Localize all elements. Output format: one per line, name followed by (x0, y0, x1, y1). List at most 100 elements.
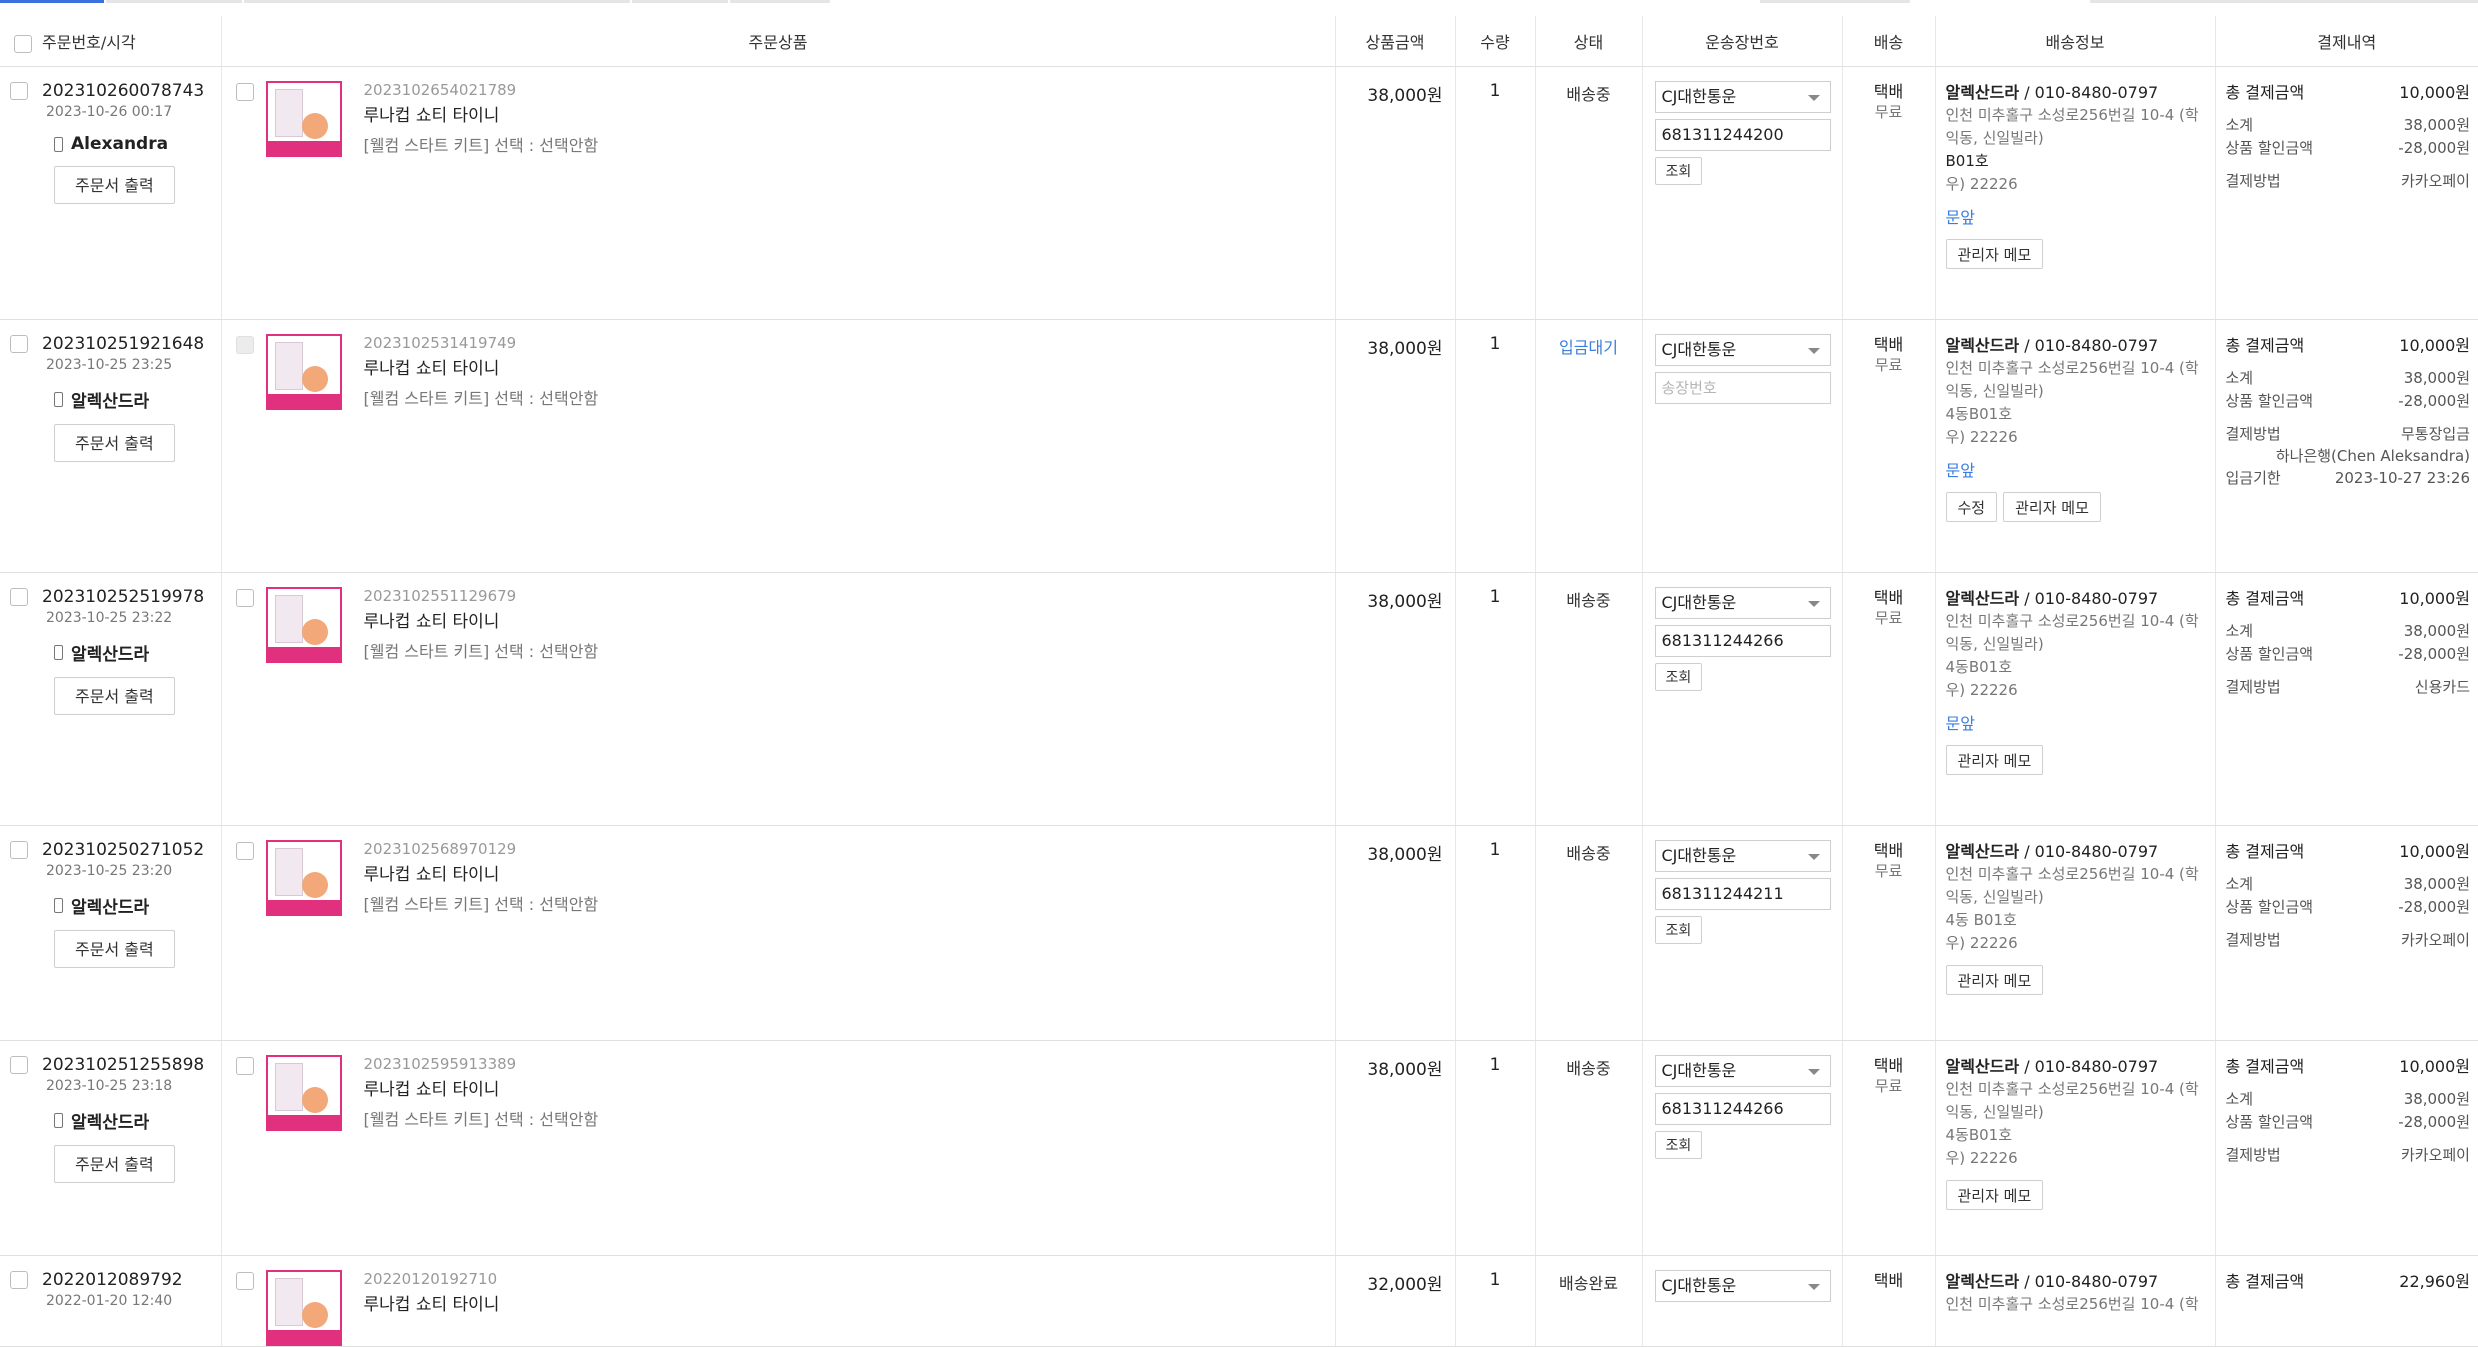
admin-memo-button[interactable]: 관리자 메모 (1945, 1180, 2044, 1210)
print-order-button[interactable]: 주문서 출력 (54, 166, 175, 204)
order-datetime: 2023-10-25 23:25 (46, 357, 173, 373)
lookup-button[interactable]: 조회 (1654, 663, 1703, 691)
chevron-down-icon (1807, 1069, 1820, 1075)
ship-cell: 택배 무료 (1842, 319, 1936, 573)
header-status: 상태 (1535, 16, 1643, 67)
row-checkbox[interactable] (10, 1056, 28, 1074)
tab-indicator[interactable] (730, 0, 830, 3)
address-line: 익동, 신일빌라) (1945, 382, 2044, 400)
item-number: 2023102568970129 (363, 840, 517, 858)
recipient: 알렉산드라 / 010-8480-0797 (1945, 1057, 2159, 1076)
invoice-input[interactable]: 681311244266 (1654, 625, 1831, 657)
order-datetime: 2023-10-25 23:20 (46, 863, 173, 879)
buyer-name[interactable]: 알렉산드라 (71, 640, 149, 665)
invoice-input[interactable]: 681311244266 (1654, 1093, 1831, 1125)
lookup-button[interactable]: 조회 (1654, 1131, 1703, 1159)
product-name[interactable]: 루나컵 쇼티 타이니 (364, 101, 599, 126)
invoice-input[interactable]: 송장번호 (1654, 372, 1831, 404)
product-name[interactable]: 루나컵 쇼티 타이니 (364, 860, 599, 885)
courier-select[interactable]: CJ대한통운 (1654, 1055, 1831, 1087)
lookup-button[interactable]: 조회 (1654, 157, 1703, 185)
product-thumbnail[interactable] (265, 1055, 342, 1131)
item-checkbox[interactable] (235, 1057, 254, 1075)
order-cell: 2022012089792 2022-01-20 12:40 (0, 1255, 222, 1347)
total-value: 10,000원 (2399, 842, 2470, 861)
courier-select[interactable]: CJ대한통운 (1654, 840, 1831, 872)
item-checkbox[interactable] (235, 83, 254, 101)
product-thumbnail[interactable] (265, 81, 342, 157)
lookup-button[interactable]: 조회 (1654, 916, 1703, 944)
row-checkbox[interactable] (10, 588, 28, 606)
product-thumbnail[interactable] (265, 1270, 342, 1346)
print-order-button[interactable]: 주문서 출력 (54, 930, 175, 968)
address-line: 익동, 신일빌라) (1945, 635, 2044, 653)
product-thumbnail[interactable] (265, 840, 342, 916)
row-checkbox[interactable] (10, 82, 28, 100)
product-name[interactable]: 루나컵 쇼티 타이니 (364, 1075, 599, 1100)
buyer-name[interactable]: 알렉산드라 (71, 893, 149, 918)
order-number[interactable]: 202310250271052 (42, 840, 204, 860)
courier-select[interactable]: CJ대한통운 (1654, 587, 1831, 619)
invoice-input[interactable]: 681311244200 (1654, 119, 1831, 151)
row-checkbox[interactable] (10, 335, 28, 353)
delivery-memo: 문앞 (1945, 714, 1975, 733)
product-name[interactable]: 루나컵 쇼티 타이니 (364, 1290, 500, 1315)
tab-indicator[interactable] (632, 0, 728, 3)
courier-select[interactable]: CJ대한통운 (1654, 81, 1831, 113)
top-tab-strip (0, 0, 2478, 17)
admin-memo-button[interactable]: 관리자 메모 (1945, 965, 2044, 995)
total-value: 10,000원 (2399, 1057, 2470, 1076)
chevron-down-icon (1807, 95, 1820, 101)
item-checkbox[interactable] (235, 589, 254, 607)
courier-select[interactable]: CJ대한통운 (1654, 1270, 1831, 1302)
order-number[interactable]: 202310252519978 (42, 587, 204, 607)
address-cell: 알렉산드라 / 010-8480-0797 인천 미추홀구 소성로256번길 1… (1935, 1040, 2216, 1256)
mobile-icon (54, 645, 63, 660)
status[interactable]: 입금대기 (1535, 319, 1643, 573)
ship-cell: 택배 무료 (1842, 66, 1936, 320)
select-all-checkbox[interactable] (14, 34, 32, 53)
buyer-name[interactable]: Alexandra (71, 134, 168, 154)
table-row: 202310251255898 2023-10-25 23:18 알렉산드라 주… (0, 1040, 2478, 1256)
tab-indicator[interactable] (2090, 0, 2478, 3)
active-tab-indicator[interactable] (0, 0, 104, 3)
row-checkbox[interactable] (10, 1271, 28, 1289)
item-checkbox[interactable] (235, 842, 254, 860)
print-order-button[interactable]: 주문서 출력 (54, 677, 175, 715)
edit-button[interactable]: 수정 (1945, 492, 1998, 522)
admin-memo-button[interactable]: 관리자 메모 (1945, 239, 2044, 269)
courier-select[interactable]: CJ대한통운 (1654, 334, 1831, 366)
ship-cell: 택배 무료 (1842, 572, 1936, 826)
order-number[interactable]: 202310251255898 (42, 1055, 204, 1075)
subtotal-label: 소계 (2225, 116, 2254, 134)
product-cell: 2023102595913389 루나컵 쇼티 타이니 [웰컴 스타트 키트] … (221, 1040, 1336, 1256)
tab-indicator[interactable] (244, 0, 550, 3)
buyer-name[interactable]: 알렉산드라 (71, 387, 149, 412)
admin-memo-button[interactable]: 관리자 메모 (1945, 745, 2044, 775)
order-number[interactable]: 202310251921648 (42, 334, 204, 354)
courier-cell: CJ대한통운 681311244266 조회 (1642, 1040, 1843, 1256)
subtotal-label: 소계 (2225, 1090, 2254, 1108)
item-checkbox[interactable] (235, 1272, 254, 1290)
row-checkbox[interactable] (10, 841, 28, 859)
address-line: 인천 미추홀구 소성로256번길 10-4 (학 (1945, 1080, 2199, 1098)
order-number[interactable]: 2022012089792 (42, 1270, 183, 1290)
tab-indicator[interactable] (106, 0, 242, 3)
product-thumbnail[interactable] (265, 334, 342, 410)
product-name[interactable]: 루나컵 쇼티 타이니 (364, 354, 599, 379)
tab-indicator[interactable] (1760, 0, 1910, 3)
header-product: 주문상품 (221, 16, 1336, 67)
order-number[interactable]: 202310260078743 (42, 81, 204, 101)
method-value: 신용카드 (2414, 678, 2470, 696)
product-thumbnail[interactable] (265, 587, 342, 663)
admin-memo-button[interactable]: 관리자 메모 (2003, 492, 2101, 522)
product-name[interactable]: 루나컵 쇼티 타이니 (364, 607, 599, 632)
discount-label: 상품 할인금액 (2225, 139, 2314, 157)
invoice-input[interactable]: 681311244211 (1654, 878, 1831, 910)
total-value: 10,000원 (2399, 336, 2470, 355)
tab-indicator[interactable] (530, 0, 630, 3)
print-order-button[interactable]: 주문서 출력 (54, 1145, 175, 1183)
print-order-button[interactable]: 주문서 출력 (54, 424, 175, 462)
quantity: 1 (1455, 319, 1536, 573)
buyer-name[interactable]: 알렉산드라 (71, 1108, 149, 1133)
